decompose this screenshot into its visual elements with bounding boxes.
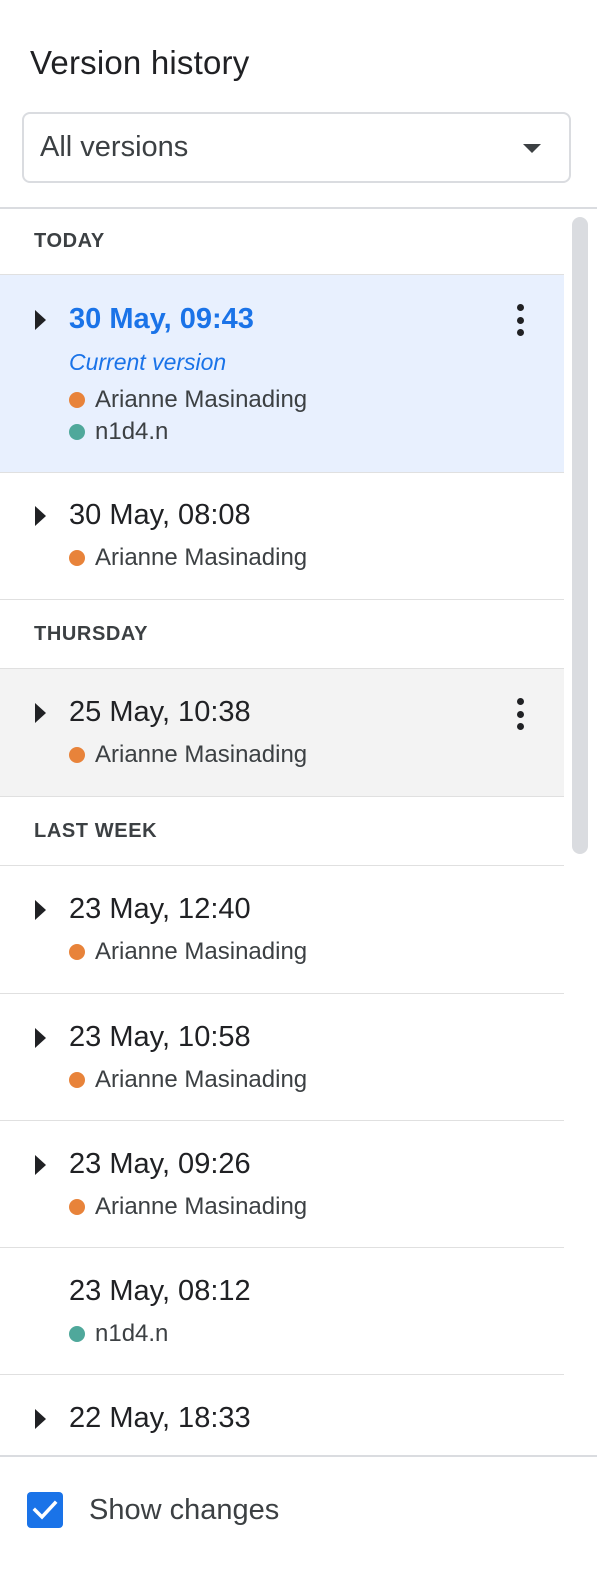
editor-color-dot — [69, 1326, 85, 1342]
editor-entry: n1d4.n — [69, 418, 168, 446]
version-item[interactable]: 22 May, 18:33 — [0, 1375, 564, 1462]
section-header-last-week: LAST WEEK — [0, 797, 564, 866]
editor-color-dot — [69, 1199, 85, 1215]
expand-arrow-icon[interactable] — [35, 1028, 46, 1048]
more-actions-icon[interactable] — [508, 696, 532, 732]
current-version-label: Current version — [69, 349, 227, 375]
editor-name: Arianne Masinading — [95, 386, 308, 413]
expand-arrow-icon[interactable] — [35, 703, 46, 723]
footer: Show changes — [0, 1457, 597, 1577]
version-item[interactable]: 23 May, 10:58 Arianne Masinading — [0, 994, 564, 1121]
version-time: 22 May, 18:33 — [69, 1402, 251, 1434]
editor-name: n1d4.n — [95, 418, 169, 445]
version-item[interactable]: 23 May, 09:26 Arianne Masinading — [0, 1121, 564, 1248]
expand-arrow-icon[interactable] — [35, 310, 46, 330]
version-time: 23 May, 09:26 — [69, 1148, 251, 1180]
expand-arrow-icon[interactable] — [35, 506, 46, 526]
version-list-scroll-region[interactable]: TODAY 30 May, 09:43 Current version Aria… — [0, 209, 597, 1462]
editor-color-dot — [69, 1072, 85, 1088]
editor-name: Arianne Masinading — [95, 741, 308, 768]
editor-entry: Arianne Masinading — [69, 938, 307, 966]
editor-name: n1d4.n — [95, 1320, 169, 1347]
section-header-today: TODAY — [0, 209, 564, 275]
filter-selected-value: All versions — [40, 131, 189, 163]
version-time: 23 May, 10:58 — [69, 1021, 251, 1053]
version-item[interactable]: 23 May, 08:12 n1d4.n — [0, 1248, 564, 1375]
editor-entry: Arianne Masinading — [69, 1066, 307, 1094]
more-actions-icon[interactable] — [508, 302, 532, 338]
version-item[interactable]: 25 May, 10:38 Arianne Masinading — [0, 669, 564, 797]
editor-color-dot — [69, 424, 85, 440]
expand-arrow-icon[interactable] — [35, 1155, 46, 1175]
checkmark-icon — [32, 1500, 58, 1520]
editor-entry: Arianne Masinading — [69, 386, 307, 414]
scrollbar-thumb[interactable] — [572, 217, 588, 854]
section-header-thursday: THURSDAY — [0, 600, 564, 669]
panel-title: Version history — [30, 44, 250, 81]
expand-arrow-icon[interactable] — [35, 1409, 46, 1429]
editor-name: Arianne Masinading — [95, 1066, 308, 1093]
editor-color-dot — [69, 550, 85, 566]
editor-entry: Arianne Masinading — [69, 544, 307, 572]
editor-name: Arianne Masinading — [95, 544, 308, 571]
expand-arrow-icon[interactable] — [35, 900, 46, 920]
version-filter-dropdown[interactable]: All versions — [22, 112, 571, 183]
editor-color-dot — [69, 392, 85, 408]
version-time: 30 May, 08:08 — [69, 499, 251, 531]
version-list: TODAY 30 May, 09:43 Current version Aria… — [0, 209, 564, 1462]
version-item-current[interactable]: 30 May, 09:43 Current version Arianne Ma… — [0, 275, 564, 473]
editor-name: Arianne Masinading — [95, 1193, 308, 1220]
editor-color-dot — [69, 944, 85, 960]
editor-entry: Arianne Masinading — [69, 1193, 307, 1221]
dropdown-arrow-icon — [523, 144, 541, 153]
show-changes-label[interactable]: Show changes — [89, 1494, 279, 1527]
editor-entry: n1d4.n — [69, 1320, 168, 1348]
editor-name: Arianne Masinading — [95, 938, 308, 965]
version-time: 23 May, 12:40 — [69, 893, 251, 925]
version-time: 23 May, 08:12 — [69, 1275, 251, 1307]
editor-entry: Arianne Masinading — [69, 741, 307, 769]
show-changes-checkbox[interactable] — [27, 1492, 63, 1528]
version-time: 25 May, 10:38 — [69, 696, 251, 728]
version-item[interactable]: 23 May, 12:40 Arianne Masinading — [0, 866, 564, 994]
editor-color-dot — [69, 747, 85, 763]
version-item[interactable]: 30 May, 08:08 Arianne Masinading — [0, 473, 564, 600]
version-time: 30 May, 09:43 — [69, 303, 254, 335]
